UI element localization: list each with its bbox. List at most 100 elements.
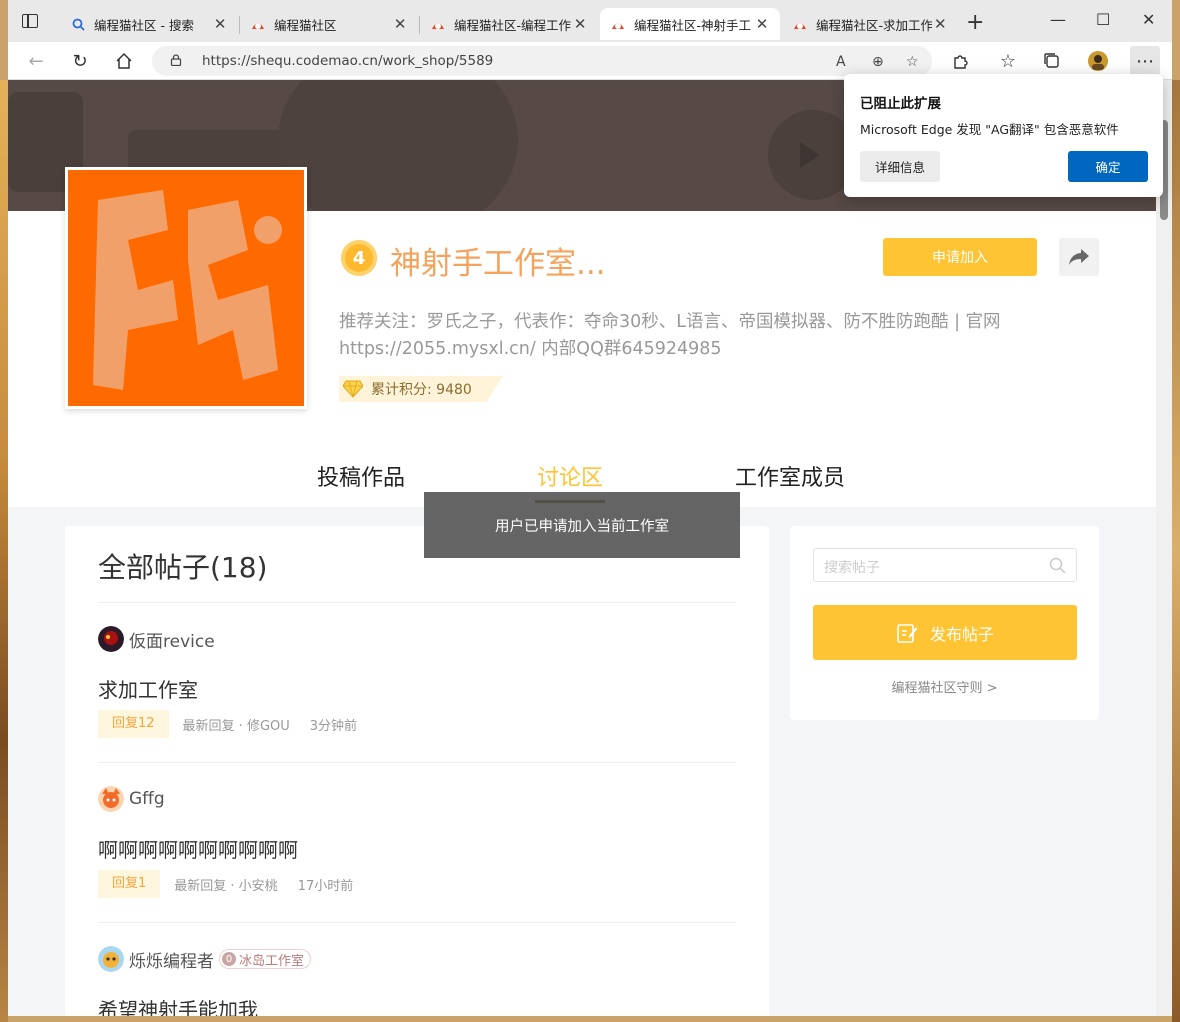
home-icon[interactable] (112, 49, 136, 73)
community-rules-link[interactable]: 编程猫社区守则 > (790, 677, 1099, 696)
publish-post-label: 发布帖子 (929, 624, 994, 644)
add-favorite-icon[interactable]: ☆ (906, 54, 919, 70)
desktop-background-right (1172, 80, 1180, 1022)
lock-icon (170, 54, 182, 66)
author-name: Gffg (129, 789, 165, 809)
reply-count: 回复1 (98, 870, 161, 898)
tab-title: 编程猫社区-编程工作 (454, 17, 572, 33)
post-author[interactable]: Gffg (98, 786, 165, 812)
tab-members[interactable]: 工作室成员 (735, 460, 845, 492)
popup-message: Microsoft Edge 发现 "AG翻译" 包含恶意软件 (860, 122, 1119, 137)
new-tab-icon[interactable]: + (966, 10, 984, 35)
divider (98, 922, 736, 923)
post-item[interactable]: Gffg 啊啊啊啊啊啊啊啊啊啊 回复1 最新回复 · 小安桃 17小时前 (98, 786, 736, 916)
score-text: 累计积分: 9480 (371, 382, 472, 398)
studio-name: 神射手工作室... (390, 246, 606, 282)
url-text: https://shequ.codemao.cn/work_shop/5589 (202, 53, 494, 69)
studio-description: 推荐关注：罗氏之子，代表作：夺命30秒、L语言、帝国模拟器、防不胜防跑酷 | 官… (339, 312, 1001, 359)
share-icon (1069, 249, 1089, 265)
apply-join-button[interactable]: 申请加入 (883, 238, 1037, 276)
tab-active-studio[interactable]: 编程猫社区-神射手工 ✕ (600, 8, 780, 40)
tab-search[interactable]: 编程猫社区 - 搜索 ✕ (60, 8, 238, 40)
author-name: 仮面revice (129, 631, 215, 652)
post-author[interactable]: 仮面revice (98, 626, 215, 652)
studio-level-badge: 4 (341, 240, 377, 276)
web-page: 4 神射手工作室... 申请加入 推荐关注：罗氏之子，代表作：夺命30秒、L语言… (8, 80, 1156, 1016)
publish-post-button[interactable]: 发布帖子 (813, 605, 1077, 660)
studio-level: 0 (222, 952, 236, 966)
settings-more-icon[interactable]: ⋯ (1130, 46, 1160, 76)
avatar (98, 626, 124, 652)
address-bar[interactable]: https://shequ.codemao.cn/work_shop/5589 … (152, 46, 932, 76)
post-title[interactable]: 希望神射手能加我 (98, 994, 258, 1016)
tab-title: 编程猫社区-求加工作 (816, 17, 933, 33)
post-item[interactable]: 仮面revice 求加工作室 回复12 最新回复 · 修GOU 3分钟前 (98, 626, 736, 756)
diamond-icon (343, 380, 363, 398)
studio-tag-name: 冰岛工作室 (239, 953, 305, 969)
extension-blocked-popup: 已阻止此扩展 Microsoft Edge 发现 "AG翻译" 包含恶意软件 详… (844, 74, 1163, 197)
search-placeholder: 搜索帖子 (824, 560, 880, 576)
last-reply: 最新回复 · 小安桃 (174, 878, 278, 894)
close-tab-icon[interactable]: ✕ (212, 15, 228, 33)
tab-bar: 编程猫社区 - 搜索 ✕ 编程猫社区 ✕ 编程猫社区-编程工作 ✕ 编程猫社区-… (8, 0, 1172, 42)
tab-works[interactable]: 投稿作品 (317, 460, 405, 492)
zoom-icon[interactable]: ⊕ (872, 54, 884, 70)
post-author[interactable]: 烁烁编程者 0 冰岛工作室 (98, 946, 312, 972)
tab-discussion[interactable]: 讨论区 (537, 460, 603, 492)
maximize-icon[interactable]: ☐ (1096, 10, 1110, 29)
posts-title: 全部帖子(18) (98, 551, 268, 584)
studio-avatar (65, 167, 307, 409)
close-tab-icon[interactable]: ✕ (932, 15, 948, 33)
post-title[interactable]: 啊啊啊啊啊啊啊啊啊啊 (98, 834, 298, 863)
last-reply: 最新回复 · 修GOU (182, 718, 290, 734)
search-icon[interactable] (1049, 557, 1066, 574)
author-name: 烁烁编程者 (129, 951, 214, 972)
codemao-favicon-icon (430, 16, 446, 32)
details-button[interactable]: 详细信息 (860, 151, 940, 182)
page-scrollbar[interactable] (1156, 80, 1172, 1016)
posts-panel: 全部帖子(18) 仮面revice 求加工作室 回复12 最新回复 · 修GOU… (65, 526, 769, 1016)
read-aloud-icon[interactable]: A (836, 54, 846, 70)
tab-title: 编程猫社区 - 搜索 (94, 17, 194, 33)
collections-icon[interactable] (1040, 49, 1064, 73)
sidebar-panel: 搜索帖子 发布帖子 编程猫社区守则 > (790, 526, 1099, 720)
extensions-icon[interactable] (948, 49, 972, 73)
codemao-favicon-icon (792, 16, 808, 32)
ok-button[interactable]: 确定 (1068, 151, 1148, 182)
share-button[interactable] (1059, 238, 1099, 276)
close-tab-icon[interactable]: ✕ (572, 15, 588, 33)
avatar (98, 786, 124, 812)
back-icon[interactable]: ← (24, 49, 48, 73)
post-item[interactable]: 烁烁编程者 0 冰岛工作室 希望神射手能加我 (98, 946, 736, 1016)
post-time: 17小时前 (297, 878, 354, 894)
reply-count: 回复12 (98, 710, 169, 738)
post-meta: 回复12 最新回复 · 修GOU 3分钟前 (98, 710, 357, 738)
avatar (98, 946, 124, 972)
favorites-icon[interactable]: ☆ (996, 49, 1020, 73)
vertical-tabs-icon[interactable] (22, 14, 38, 28)
tab-workshop[interactable]: 编程猫社区-编程工作 ✕ (420, 8, 598, 40)
codemao-favicon-icon (250, 16, 266, 32)
score-badge: 累计积分: 9480 (339, 376, 503, 402)
tab-community[interactable]: 编程猫社区 ✕ (240, 8, 418, 40)
search-icon (70, 16, 86, 32)
edit-icon (897, 623, 918, 643)
refresh-icon[interactable]: ↻ (68, 49, 92, 73)
popup-title: 已阻止此扩展 (860, 96, 941, 112)
studio-tag[interactable]: 0 冰岛工作室 (219, 949, 312, 969)
post-meta: 回复1 最新回复 · 小安桃 17小时前 (98, 870, 353, 898)
desktop-background-left (0, 80, 8, 1022)
toast-message: 用户已申请加入当前工作室 (424, 492, 740, 558)
minimize-icon[interactable]: — (1050, 10, 1066, 29)
tab-title: 编程猫社区-神射手工 (634, 17, 752, 33)
profile-avatar[interactable] (1086, 49, 1110, 73)
tab-join-request[interactable]: 编程猫社区-求加工作 ✕ (782, 8, 958, 40)
close-tab-icon[interactable]: ✕ (754, 15, 770, 33)
codemao-favicon-icon (610, 16, 626, 32)
post-title[interactable]: 求加工作室 (98, 674, 198, 703)
divider (98, 602, 736, 603)
tab-title: 编程猫社区 (274, 17, 337, 33)
close-window-icon[interactable]: ✕ (1142, 10, 1155, 29)
search-posts-input[interactable]: 搜索帖子 (813, 548, 1077, 582)
close-tab-icon[interactable]: ✕ (392, 15, 408, 33)
